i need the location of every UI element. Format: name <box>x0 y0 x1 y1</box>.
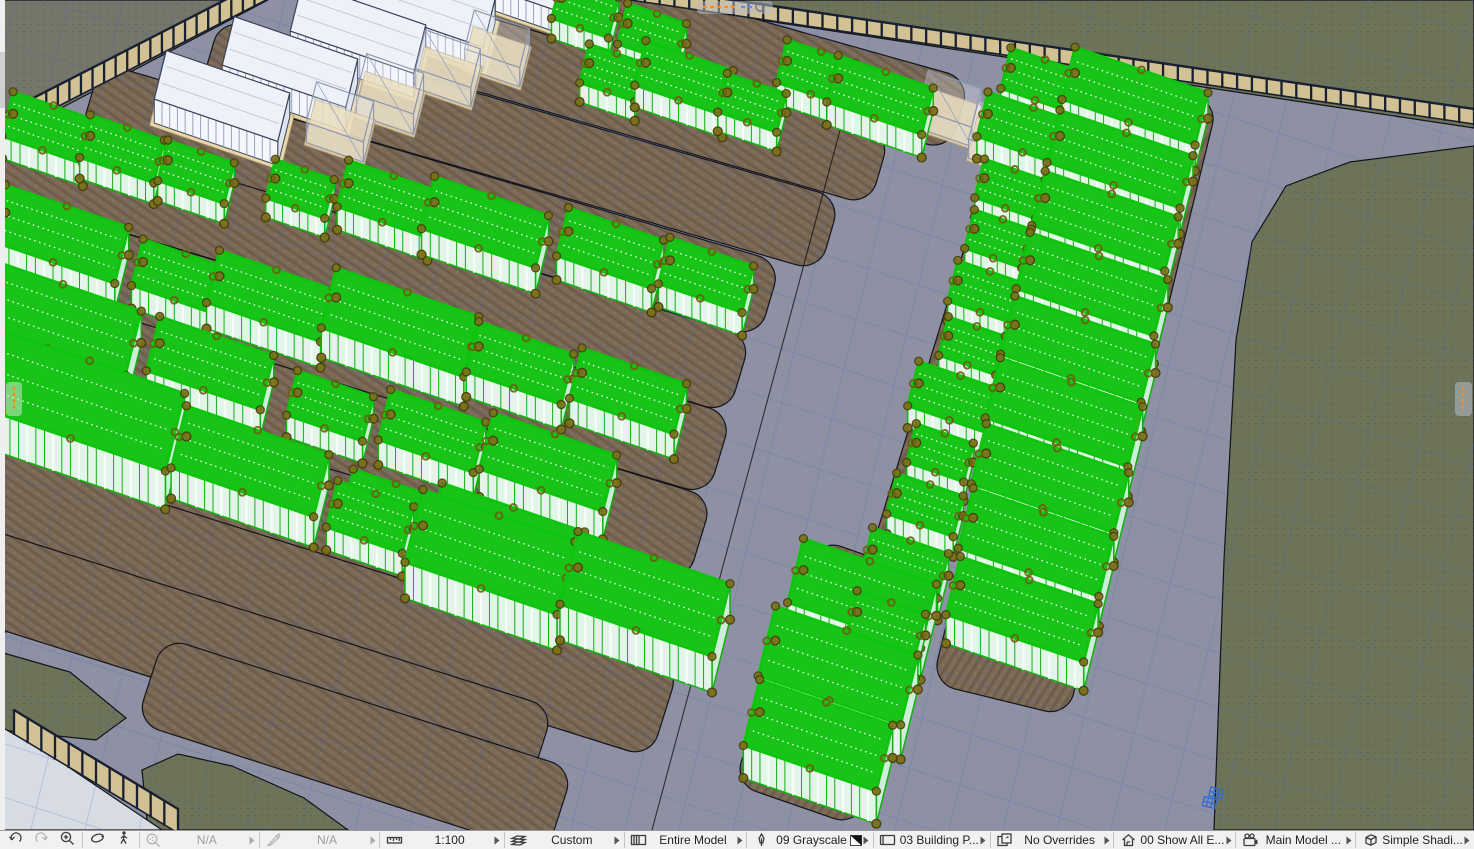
partial-structure-icon <box>627 831 651 849</box>
popup-arrow-icon <box>862 836 871 845</box>
design-option-icon <box>1238 831 1262 849</box>
design-option-label: Main Model ... <box>1262 833 1344 847</box>
quick-option-pen-set[interactable]: 09 Grayscale <box>747 831 872 849</box>
quick-option-renovation-filter[interactable]: 00 Show All E... <box>1114 831 1235 849</box>
pen-set-icon <box>749 831 773 849</box>
nav-history-group <box>0 831 82 849</box>
scale-ruler-icon <box>382 831 406 849</box>
scale-ruler-label: 1:100 <box>406 833 493 847</box>
quick-option-layers[interactable]: Custom <box>505 831 624 849</box>
quick-option-model-view-options[interactable]: 03 Building P... <box>874 831 990 849</box>
orbit-button[interactable] <box>86 831 110 849</box>
layers-icon <box>507 831 531 849</box>
app-window: N/A N/A 1:100 Custom Entire Model 09 Grayscal… <box>0 0 1474 849</box>
popup-arrow-icon <box>1102 836 1111 845</box>
layers-label: Custom <box>531 833 613 847</box>
popup-arrow-icon <box>1344 836 1353 845</box>
popup-arrow-icon <box>613 836 622 845</box>
partial-structure-label: Entire Model <box>651 833 736 847</box>
walk-icon <box>115 830 132 849</box>
quill-label: N/A <box>286 833 369 847</box>
renovation-filter-label: 00 Show All E... <box>1140 833 1224 847</box>
orbit-icon <box>89 830 106 849</box>
pen-set-label: 09 Grayscale <box>773 833 849 847</box>
renovation-filter-icon <box>1116 831 1140 849</box>
popup-arrow-icon <box>1463 836 1472 845</box>
walk-button[interactable] <box>112 831 136 849</box>
quick-options-bar: N/A N/A 1:100 Custom Entire Model 09 Grayscal… <box>0 830 1474 849</box>
graphic-override-label: No Overrides <box>1017 833 1103 847</box>
popup-arrow-icon <box>493 836 502 845</box>
popup-arrow-icon <box>248 836 257 845</box>
3d-style-icon <box>1358 831 1382 849</box>
quick-option-design-option[interactable]: Main Model ... <box>1236 831 1355 849</box>
quick-option-partial-structure[interactable]: Entire Model <box>625 831 747 849</box>
quick-option-3d-style[interactable]: Simple Shadi... <box>1356 831 1474 849</box>
model-view-options-icon <box>876 831 900 849</box>
quick-option-fit-in-window[interactable]: N/A <box>140 831 259 849</box>
popup-arrow-icon <box>735 836 744 845</box>
popup-arrow-icon <box>368 836 377 845</box>
back-button[interactable] <box>3 831 27 849</box>
fit-in-window-icon <box>142 831 166 849</box>
navigation-mode-group <box>83 831 139 849</box>
fit-in-window-label: N/A <box>166 833 248 847</box>
zoom-in-icon <box>59 830 76 849</box>
model-view-options-label: 03 Building P... <box>900 833 979 847</box>
forward-button[interactable] <box>29 831 53 849</box>
forward-icon <box>33 830 50 849</box>
3d-viewport[interactable] <box>0 0 1474 830</box>
back-icon <box>7 830 24 849</box>
graphic-override-icon <box>993 831 1017 849</box>
quick-option-scale-ruler[interactable]: 1:100 <box>380 831 504 849</box>
popup-arrow-icon <box>1224 836 1233 845</box>
quill-icon <box>262 831 286 849</box>
bw-square-icon <box>850 835 862 846</box>
quick-option-quill[interactable]: N/A <box>260 831 380 849</box>
zoom-in-button[interactable] <box>55 831 79 849</box>
3d-style-label: Simple Shadi... <box>1382 833 1463 847</box>
quick-option-graphic-override[interactable]: No Overrides <box>991 831 1114 849</box>
popup-arrow-icon <box>979 836 988 845</box>
